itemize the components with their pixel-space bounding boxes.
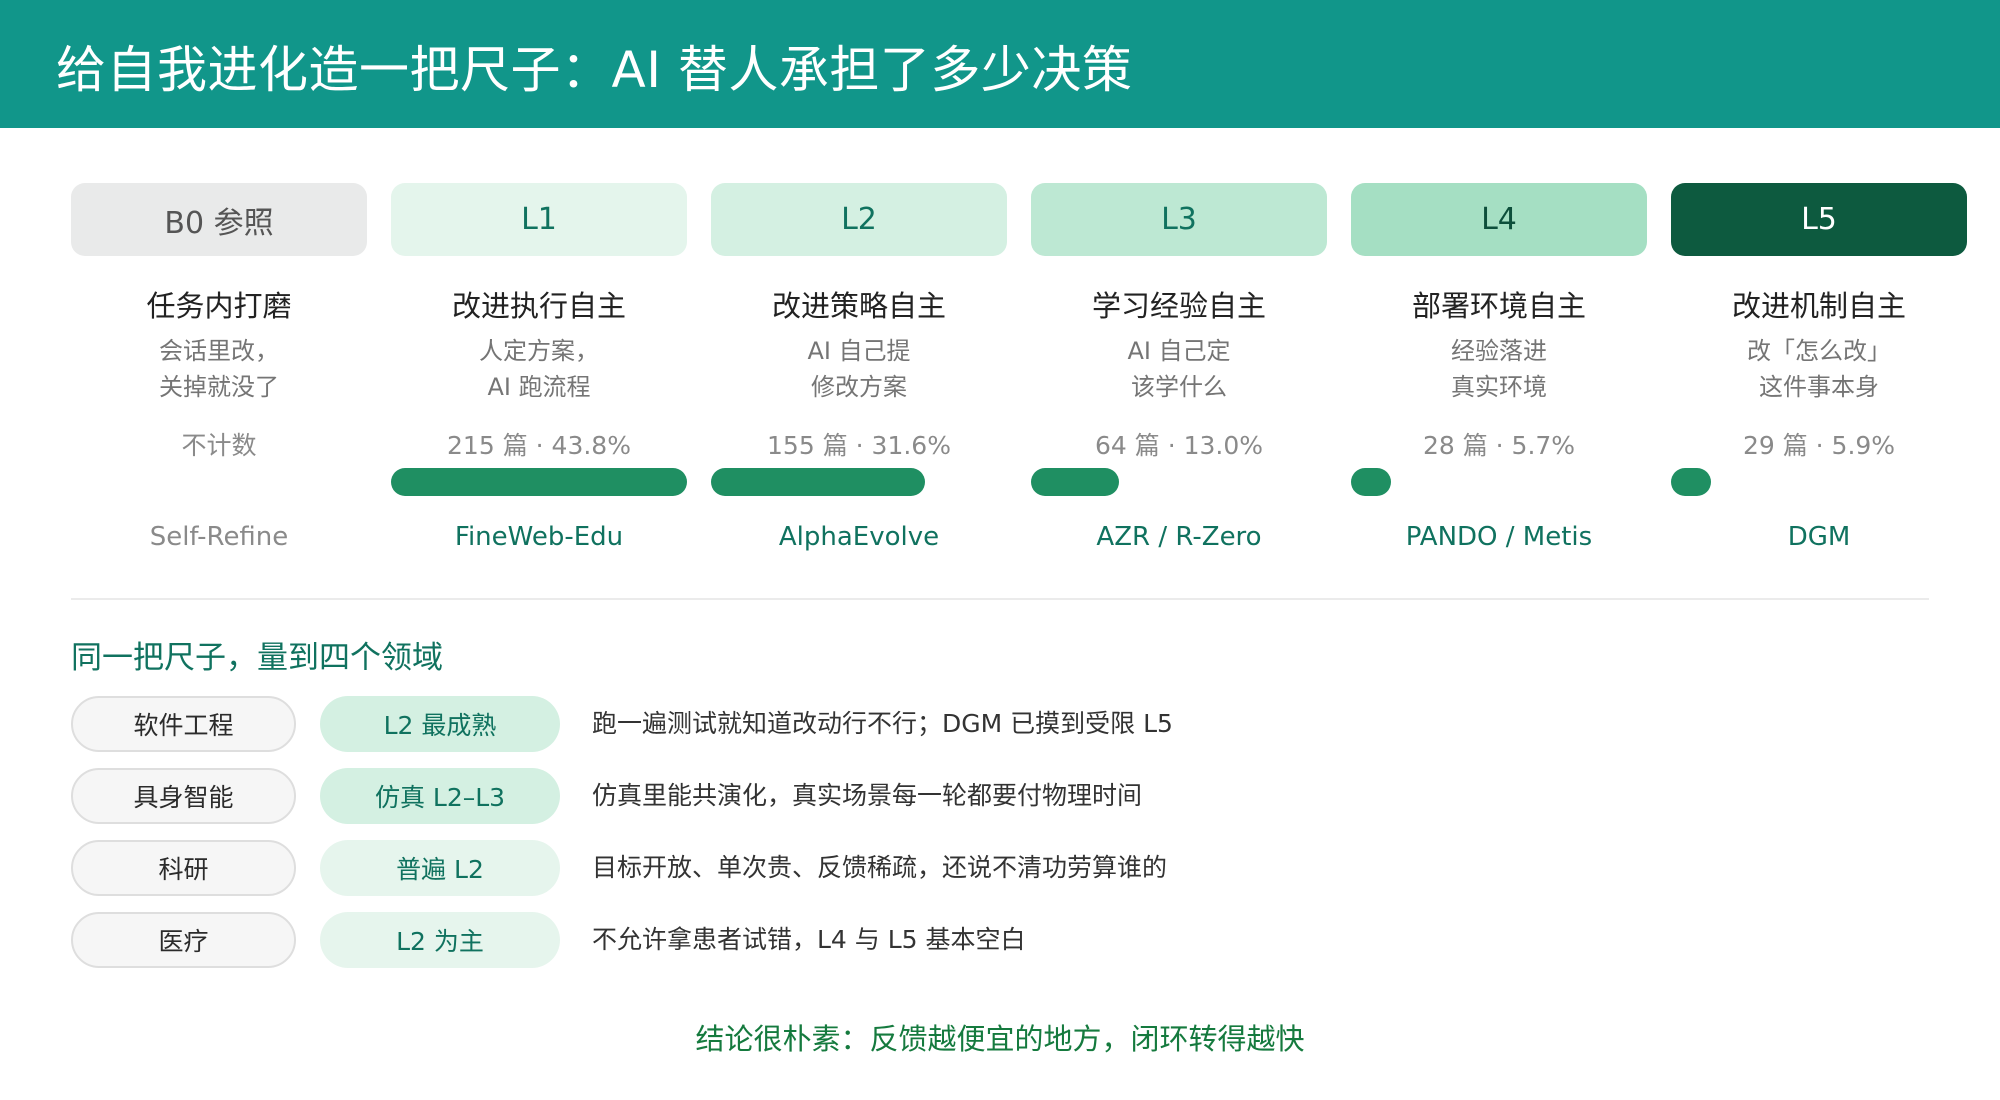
level-example-work: AlphaEvolve xyxy=(778,522,940,552)
level-example-work: PANDO / Metis xyxy=(1405,522,1593,552)
level-badge: L5 xyxy=(1671,183,1967,256)
level-badge: L2 xyxy=(711,183,1007,256)
domain-level-badge: 仿真 L2–L3 xyxy=(320,768,560,824)
level-paper-count: 155 篇 · 31.6% xyxy=(767,431,951,460)
level-example-work: FineWeb-Edu xyxy=(454,522,624,552)
level-badge: L1 xyxy=(391,183,687,256)
level-badge: B0 参照 xyxy=(71,183,367,256)
page-title: 给自我进化造一把尺子：AI 替人承担了多少决策 xyxy=(56,41,1133,99)
level-share-bar xyxy=(1671,468,1711,496)
level-description: 会话里改， 关掉就没了 xyxy=(71,333,367,405)
domain-level-badge: L2 最成熟 xyxy=(320,696,560,752)
level-badge: L3 xyxy=(1031,183,1327,256)
level-name: 改进机制自主 xyxy=(1731,289,1906,323)
level-share-bar xyxy=(711,468,925,496)
level-description-line: 改「怎么改」 xyxy=(1747,337,1891,365)
level-paper-count: 不计数 xyxy=(181,431,257,460)
level-description-line: 该学什么 xyxy=(1131,373,1227,401)
level-share-bar xyxy=(391,468,687,496)
domain-row: 具身智能 仿真 L2–L3 仿真里能共演化，真实场景每一轮都要付物理时间 xyxy=(71,768,1921,824)
domain-name-pill: 医疗 xyxy=(71,912,296,968)
domain-name-pill: 具身智能 xyxy=(71,768,296,824)
level-share-bar xyxy=(1031,468,1119,496)
level-description-line: AI 自己定 xyxy=(1127,337,1231,365)
domain-level-badge: L2 为主 xyxy=(320,912,560,968)
domain-name-pill: 软件工程 xyxy=(71,696,296,752)
level-column: L1 改进执行自主人定方案， AI 跑流程 215 篇 · 43.8% FineWeb-… xyxy=(391,183,687,563)
level-description: 人定方案， AI 跑流程 xyxy=(391,333,687,405)
level-description-line: 人定方案， xyxy=(479,337,599,365)
level-example-work: DGM xyxy=(1787,522,1851,552)
level-description-line: AI 跑流程 xyxy=(487,373,591,401)
level-example-work: Self-Refine xyxy=(149,522,289,552)
domain-note: 跑一遍测试就知道改动行不行；DGM 已摸到受限 L5 xyxy=(592,709,1173,738)
level-column: L4 部署环境自主经验落进真实环境 28 篇 · 5.7% PANDO / Metis xyxy=(1351,183,1647,563)
level-name: 任务内打磨 xyxy=(146,289,292,323)
domain-name-pill: 科研 xyxy=(71,840,296,896)
level-description-line: 修改方案 xyxy=(811,373,907,401)
level-column: L3 学习经验自主 AI 自己定 该学什么 64 篇 · 13.0% AZR / R-Ze… xyxy=(1031,183,1327,563)
level-column: B0 参照任务内打磨会话里改， 关掉就没了不计数 Self-Refine xyxy=(71,183,367,563)
level-paper-count: 215 篇 · 43.8% xyxy=(447,431,631,460)
level-description: AI 自己定 该学什么 xyxy=(1031,333,1327,405)
domain-level-badge: 普遍 L2 xyxy=(320,840,560,896)
level-description-line: 经验落进 xyxy=(1451,337,1547,365)
level-badge: L4 xyxy=(1351,183,1647,256)
level-description-line: 这件事本身 xyxy=(1759,373,1879,401)
level-paper-count: 28 篇 · 5.7% xyxy=(1422,431,1576,460)
conclusion-text: 结论很朴素：反馈越便宜的地方，闭环转得越快 xyxy=(695,1022,1305,1056)
level-column: L5 改进机制自主改「怎么改」 这件事本身 29 篇 · 5.9% DGM xyxy=(1671,183,1967,563)
level-column: L2 改进策略自主 AI 自己提 修改方案 155 篇 · 31.6% AlphaEvol… xyxy=(711,183,1007,563)
level-name: 改进策略自主 xyxy=(771,289,946,323)
level-description: AI 自己提 修改方案 xyxy=(711,333,1007,405)
header-banner: 给自我进化造一把尺子：AI 替人承担了多少决策 xyxy=(0,0,2000,128)
level-example-work: AZR / R-Zero xyxy=(1096,522,1262,552)
level-description: 经验落进 真实环境 xyxy=(1351,333,1647,405)
level-scale: B0 参照任务内打磨会话里改， 关掉就没了不计数 Self-Refine L1 改进执行… xyxy=(71,183,1971,563)
domain-row: 软件工程 L2 最成熟 跑一遍测试就知道改动行不行；DGM 已摸到受限 L5 xyxy=(71,696,1921,752)
level-description-line: AI 自己提 xyxy=(807,337,911,365)
domain-note: 不允许拿患者试错，L4 与 L5 基本空白 xyxy=(592,925,1026,954)
level-share-bar xyxy=(1351,468,1391,496)
domain-note: 仿真里能共演化，真实场景每一轮都要付物理时间 xyxy=(592,781,1143,810)
level-description: 改「怎么改」 这件事本身 xyxy=(1671,333,1967,405)
level-name: 改进执行自主 xyxy=(451,289,626,323)
section-divider xyxy=(71,598,1929,600)
level-description-line: 会话里改， xyxy=(159,337,279,365)
domain-row: 医疗 L2 为主 不允许拿患者试错，L4 与 L5 基本空白 xyxy=(71,912,1921,968)
level-name: 部署环境自主 xyxy=(1411,289,1586,323)
level-paper-count: 64 篇 · 13.0% xyxy=(1094,431,1264,460)
domain-row: 科研 普遍 L2 目标开放、单次贵、反馈稀疏，还说不清功劳算谁的 xyxy=(71,840,1921,896)
level-paper-count: 29 篇 · 5.9% xyxy=(1742,431,1896,460)
domain-note: 目标开放、单次贵、反馈稀疏，还说不清功劳算谁的 xyxy=(592,853,1168,882)
level-name: 学习经验自主 xyxy=(1091,289,1266,323)
level-description-line: 真实环境 xyxy=(1451,373,1547,401)
level-description-line: 关掉就没了 xyxy=(159,373,279,401)
domains-section-title: 同一把尺子，量到四个领域 xyxy=(71,640,443,676)
